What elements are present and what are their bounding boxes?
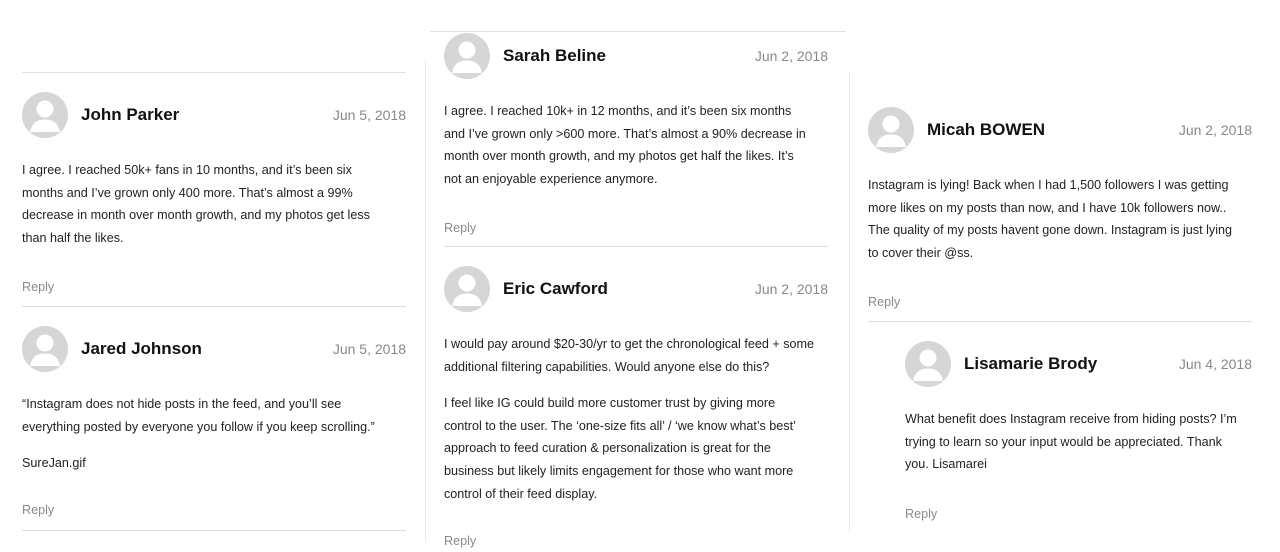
- comment-paragraph: Instagram is lying! Back when I had 1,50…: [868, 174, 1252, 264]
- avatar-icon: [22, 92, 68, 138]
- comment-eric-cawford: Eric Cawford Jun 2, 2018 I would pay aro…: [444, 266, 828, 550]
- comment-paragraph: I agree. I reached 50k+ fans in 10 month…: [22, 159, 406, 249]
- comment-date: Jun 2, 2018: [754, 281, 828, 297]
- comment-line: decrease in month over month growth, and…: [22, 208, 370, 223]
- comment-separator: [430, 31, 846, 32]
- comment-micah-bowen: Micah BOWEN Jun 2, 2018 Instagram is lyi…: [868, 107, 1252, 311]
- reply-link[interactable]: Reply: [444, 534, 476, 548]
- comment-body: I agree. I reached 10k+ in 12 months, an…: [444, 100, 828, 190]
- author-name[interactable]: Lisamarie Brody: [964, 354, 1097, 374]
- comment-date: Jun 2, 2018: [1178, 122, 1252, 138]
- author-name[interactable]: John Parker: [81, 105, 179, 125]
- comment-date: Jun 5, 2018: [332, 341, 406, 357]
- comment-line: months and I’ve grown only 400 more. Tha…: [22, 185, 353, 200]
- comment-line: The quality of my posts havent gone down…: [868, 223, 1233, 238]
- comment-john-parker: John Parker Jun 5, 2018 I agree. I reach…: [22, 92, 406, 296]
- comment-date: Jun 5, 2018: [332, 107, 406, 123]
- comment-line: Instagram is lying! Back when I had 1,50…: [868, 178, 1229, 192]
- comment-paragraph: I would pay around $20-30/yr to get the …: [444, 333, 828, 378]
- comment-line: SureJan.gif: [22, 456, 86, 471]
- comment-reply-lisamarie-brody: Lisamarie Brody Jun 4, 2018 What benefit…: [905, 341, 1252, 523]
- comment-separator: [22, 306, 406, 307]
- comment-line: I agree. I reached 10k+ in 12 months, an…: [444, 104, 792, 118]
- comment-line: you. Lisamarei: [905, 457, 987, 472]
- comment-line: more likes on my posts than now, and I h…: [868, 200, 1227, 215]
- comment-line: control to the user. The ‘one-size fits …: [444, 418, 796, 433]
- user-silhouette-icon: [22, 92, 68, 138]
- comment-paragraph: I feel like IG could build more customer…: [444, 392, 828, 505]
- reply-link[interactable]: Reply: [444, 221, 476, 235]
- comment-line: I agree. I reached 50k+ fans in 10 month…: [22, 163, 352, 177]
- comment-line: than half the likes.: [22, 230, 124, 245]
- comment-paragraph: “Instagram does not hide posts in the fe…: [22, 393, 406, 438]
- comment-body: Instagram is lying! Back when I had 1,50…: [868, 174, 1252, 264]
- avatar-icon: [868, 107, 914, 153]
- comment-line: control of their feed display.: [444, 486, 598, 501]
- author-name[interactable]: Micah BOWEN: [927, 120, 1045, 140]
- user-silhouette-icon: [22, 326, 68, 372]
- comment-date: Jun 2, 2018: [754, 48, 828, 64]
- comment-date: Jun 4, 2018: [1178, 356, 1252, 372]
- comment-separator: [22, 72, 406, 73]
- comment-header: Sarah Beline Jun 2, 2018: [444, 33, 828, 79]
- user-silhouette-icon: [905, 341, 951, 387]
- author-name[interactable]: Eric Cawford: [503, 279, 608, 299]
- comment-body: I agree. I reached 50k+ fans in 10 month…: [22, 159, 406, 249]
- comment-line: and I’ve grown only >600 more. That’s al…: [444, 126, 806, 141]
- reply-link[interactable]: Reply: [22, 280, 54, 294]
- comment-line: to cover their @ss.: [868, 245, 974, 260]
- avatar-icon: [22, 326, 68, 372]
- comment-line: trying to learn so your input would be a…: [905, 434, 1222, 449]
- comment-line: What benefit does Instagram receive from…: [905, 412, 1237, 426]
- user-silhouette-icon: [444, 266, 490, 312]
- comment-line: “Instagram does not hide posts in the fe…: [22, 397, 342, 411]
- user-silhouette-icon: [868, 107, 914, 153]
- column-divider: [425, 60, 426, 542]
- comment-separator: [444, 246, 828, 247]
- avatar-icon: [444, 266, 490, 312]
- comment-paragraph: I agree. I reached 10k+ in 12 months, an…: [444, 100, 828, 190]
- column-divider: [849, 72, 850, 532]
- comment-line: I feel like IG could build more customer…: [444, 396, 776, 411]
- comment-header: Jared Johnson Jun 5, 2018: [22, 326, 406, 372]
- comment-body: “Instagram does not hide posts in the fe…: [22, 393, 406, 475]
- comment-paragraph: What benefit does Instagram receive from…: [905, 408, 1252, 476]
- comment-sarah-beline: Sarah Beline Jun 2, 2018 I agree. I reac…: [444, 33, 828, 237]
- comment-line: month over month growth, and my photos g…: [444, 149, 794, 164]
- user-silhouette-icon: [444, 33, 490, 79]
- comment-separator: [868, 321, 1252, 322]
- comment-header: John Parker Jun 5, 2018: [22, 92, 406, 138]
- comment-line: not an enjoyable experience anymore.: [444, 171, 658, 186]
- comment-line: I would pay around $20-30/yr to get the …: [444, 337, 815, 351]
- comment-paragraph: SureJan.gif: [22, 452, 406, 475]
- reply-link[interactable]: Reply: [905, 507, 937, 521]
- comment-header: Micah BOWEN Jun 2, 2018: [868, 107, 1252, 153]
- author-name[interactable]: Jared Johnson: [81, 339, 202, 359]
- avatar-icon: [444, 33, 490, 79]
- author-name[interactable]: Sarah Beline: [503, 46, 606, 66]
- comment-line: business but likely limits engagement fo…: [444, 463, 794, 478]
- reply-link[interactable]: Reply: [868, 295, 900, 309]
- comment-line: approach to feed curation & personalizat…: [444, 441, 771, 456]
- comment-header: Eric Cawford Jun 2, 2018: [444, 266, 828, 312]
- reply-link[interactable]: Reply: [22, 503, 54, 517]
- comment-body: I would pay around $20-30/yr to get the …: [444, 333, 828, 505]
- comment-header: Lisamarie Brody Jun 4, 2018: [905, 341, 1252, 387]
- comment-separator: [22, 530, 406, 531]
- comment-jared-johnson: Jared Johnson Jun 5, 2018 “Instagram doe…: [22, 326, 406, 519]
- comment-body: What benefit does Instagram receive from…: [905, 408, 1252, 476]
- avatar-icon: [905, 341, 951, 387]
- comment-line: additional filtering capabilities. Would…: [444, 359, 770, 374]
- comment-line: everything posted by everyone you follow…: [22, 419, 375, 434]
